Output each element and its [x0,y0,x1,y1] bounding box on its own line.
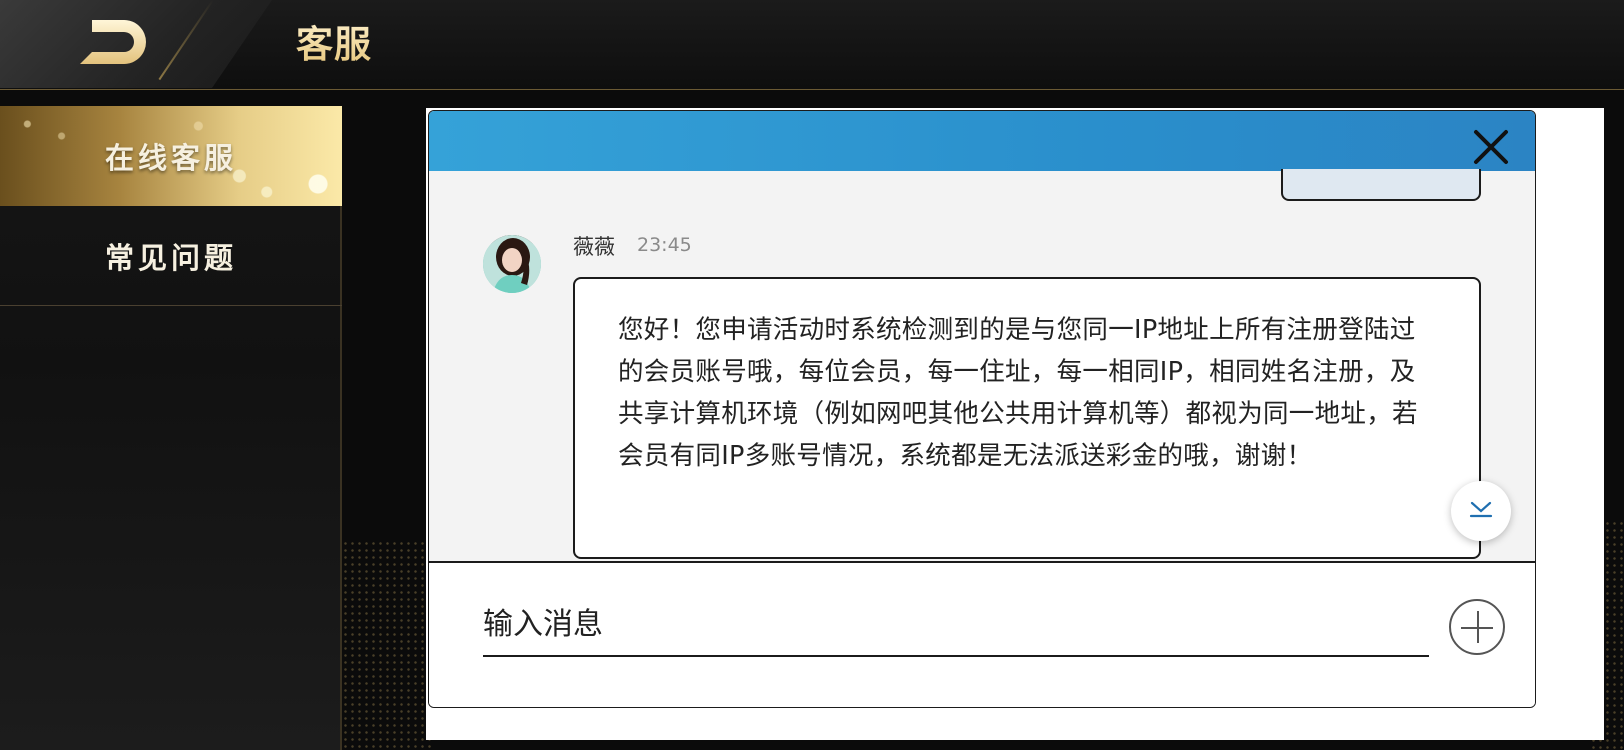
decorative-dots [342,540,432,750]
sidebar-item-faq[interactable]: 常见问题 [0,206,342,306]
sidebar: 在线客服 常见问题 [0,106,342,750]
top-bar: 客服 [0,0,1624,90]
close-icon[interactable] [1473,129,1509,165]
plus-icon[interactable] [1449,599,1505,655]
chevron-down-icon [1468,499,1494,523]
chat-window: 薇薇 23:45 您好！您申请活动时系统检测到的是与您同一IP地址上所有注册登陆… [428,110,1536,708]
message-input[interactable] [483,593,1429,657]
scroll-to-bottom-button[interactable] [1451,481,1511,541]
input-area [429,561,1535,707]
message-text: 您好！您申请活动时系统检测到的是与您同一IP地址上所有注册登陆过的会员账号哦，每… [618,315,1418,471]
sidebar-item-label: 常见问题 [104,240,237,275]
sender-name: 薇薇 [573,235,615,259]
sidebar-item-online-service[interactable]: 在线客服 [0,106,342,206]
back-arrow-icon[interactable] [78,18,150,68]
message-bubble: 您好！您申请活动时系统检测到的是与您同一IP地址上所有注册登陆过的会员账号哦，每… [573,277,1481,559]
previous-message-bubble [1281,169,1481,201]
message-time: 23:45 [637,234,692,256]
sidebar-item-label: 在线客服 [104,141,237,175]
agent-avatar [483,235,541,293]
chat-header [429,111,1535,171]
page-title: 客服 [296,14,372,68]
